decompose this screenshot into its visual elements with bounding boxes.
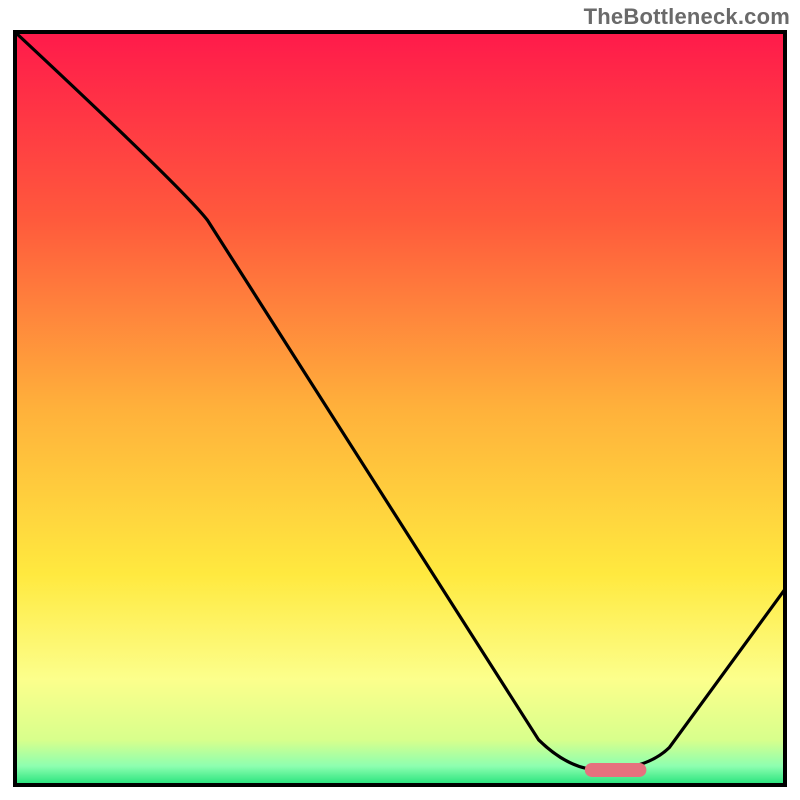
chart-container: TheBottleneck.com [0, 0, 800, 800]
watermark-text: TheBottleneck.com [584, 4, 790, 30]
chart-background [15, 32, 785, 785]
optimal-marker [585, 763, 647, 777]
bottleneck-chart [0, 0, 800, 800]
